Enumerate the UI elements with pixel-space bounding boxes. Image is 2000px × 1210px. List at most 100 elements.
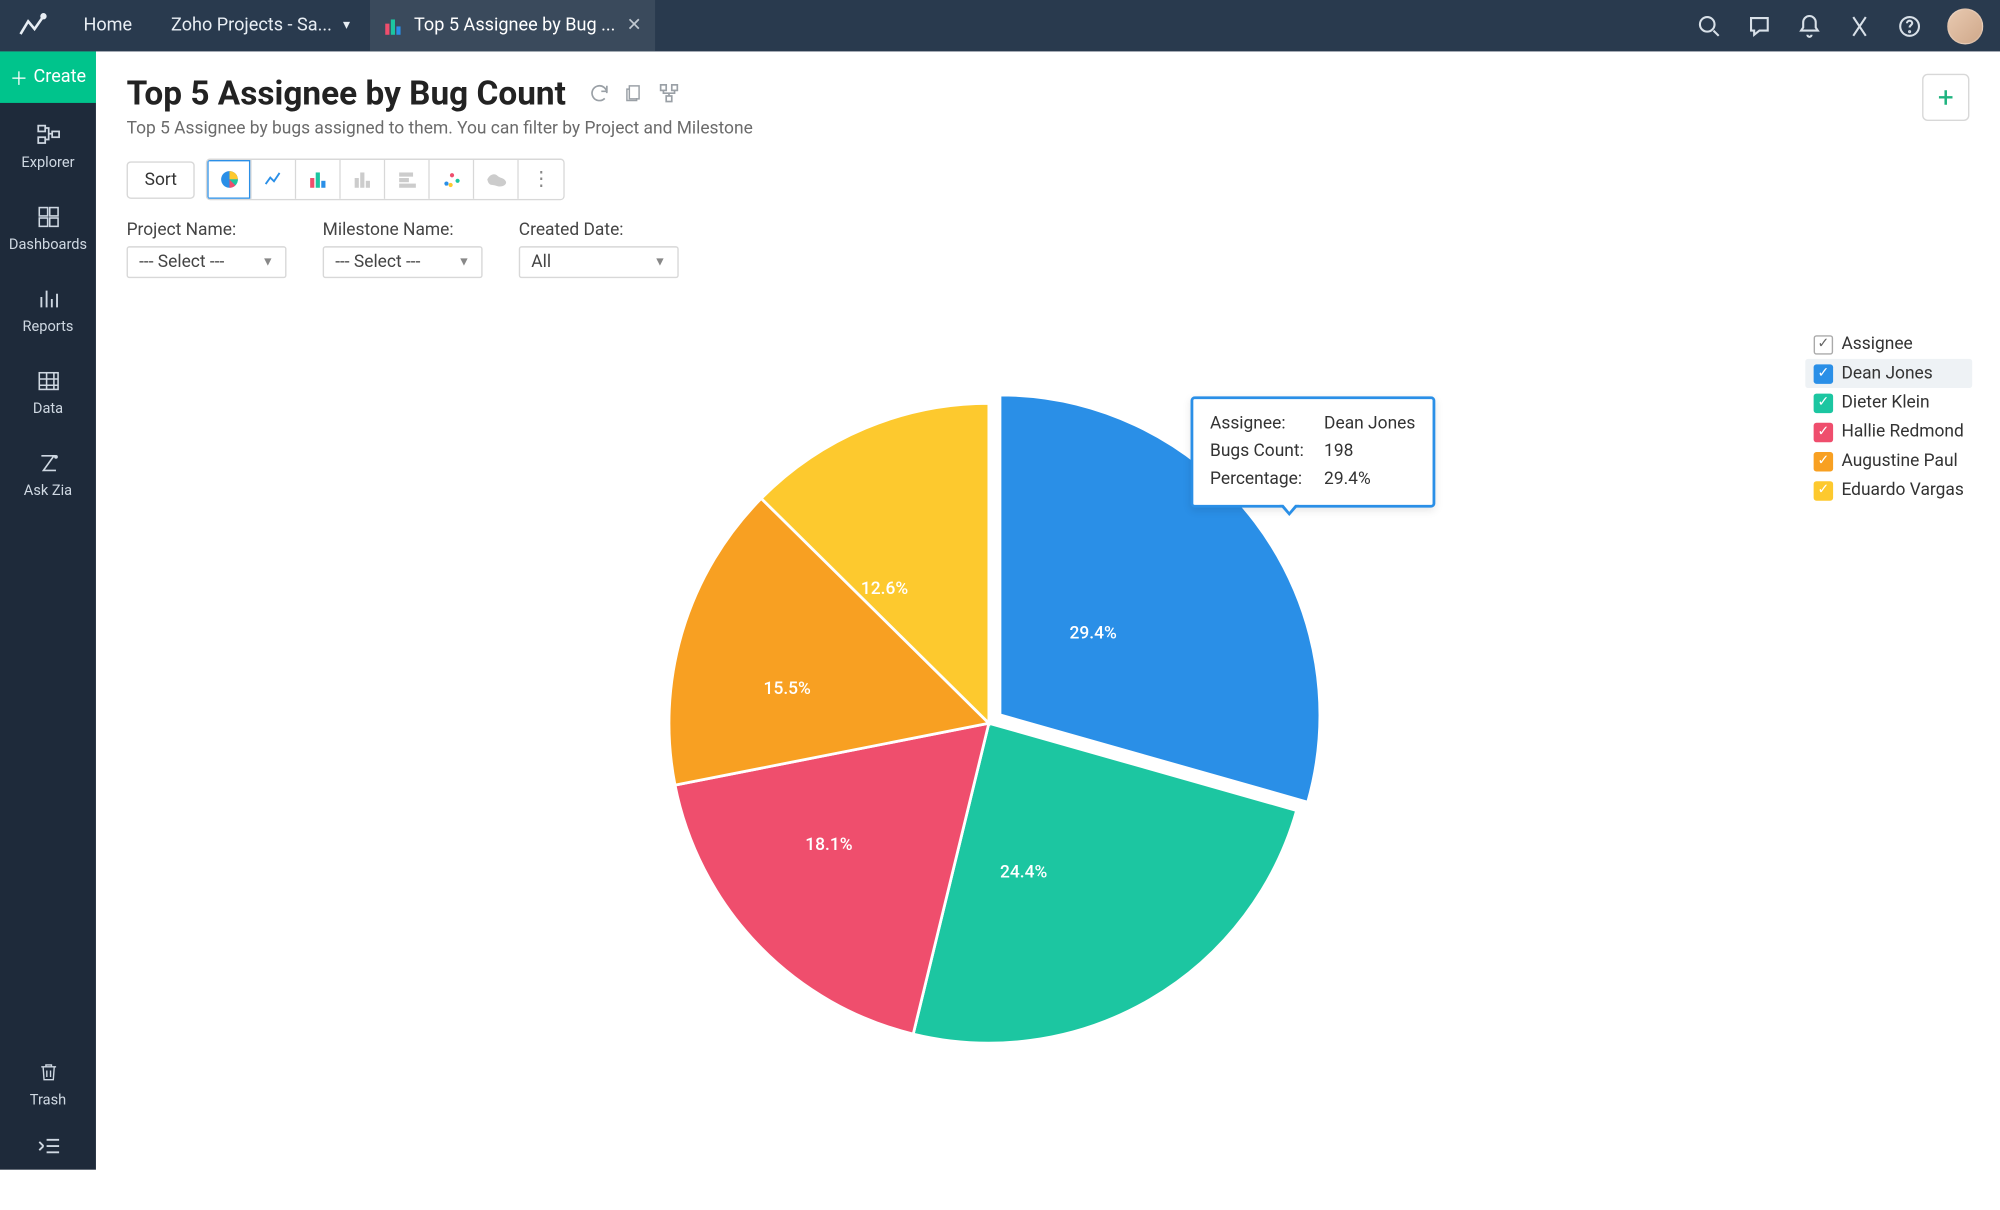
pie-icon [218,168,240,190]
tab-title: Top 5 Assignee by Bug ... [414,15,615,36]
checkbox-icon: ✓ [1814,393,1833,412]
plus-icon: ＋ [10,64,28,90]
more-icon: ⋮ [532,168,551,190]
close-icon[interactable]: ✕ [627,15,642,36]
tooltip-key: Percentage: [1210,466,1310,494]
line-icon [262,168,284,190]
legend-label: Dieter Klein [1841,392,1929,413]
zia-icon [35,451,60,476]
chart-type-pie[interactable] [207,160,252,199]
tree-icon[interactable] [658,82,680,104]
chart-type-hbar[interactable] [386,160,431,199]
checkbox-icon: ✓ [1814,481,1833,500]
workspace-name: Zoho Projects - Sa... [171,15,332,36]
sidebar-collapse[interactable] [0,1122,96,1169]
legend-label: Augustine Paul [1841,451,1957,472]
nav-home[interactable]: Home [64,0,152,51]
page-subtitle: Top 5 Assignee by bugs assigned to them.… [127,118,753,139]
slice-label: 29.4% [1070,623,1117,644]
dashboards-icon [35,204,60,229]
project-select[interactable]: --- Select ---▼ [127,246,287,278]
refresh-icon[interactable] [588,82,610,104]
chart-type-map[interactable] [475,160,520,199]
filter-label: Milestone Name: [323,220,483,241]
tooltip-value: 198 [1324,438,1353,466]
chart-type-line[interactable] [252,160,297,199]
chart-type-group: ⋮ [206,159,565,201]
chart-tooltip: Assignee: Dean Jones Bugs Count: 198 Perce… [1191,396,1435,507]
legend-label: Hallie Redmond [1841,421,1963,442]
map-icon [485,170,507,189]
filter-milestone: Milestone Name: --- Select ---▼ [323,220,483,278]
scatter-icon [442,170,461,189]
checkbox-icon: ✓ [1814,334,1833,353]
checkbox-icon: ✓ [1814,364,1833,383]
open-tab[interactable]: Top 5 Assignee by Bug ... ✕ [370,0,656,51]
avatar[interactable] [1947,8,1983,44]
create-button[interactable]: ＋Create [0,51,96,102]
tooltip-key: Assignee: [1210,410,1310,438]
legend-item[interactable]: ✓ Dean Jones [1805,359,1972,388]
chat-icon[interactable] [1747,13,1772,38]
sidebar-item-data[interactable]: Data [0,349,96,431]
data-icon [35,369,60,394]
checkbox-icon: ✓ [1814,422,1833,441]
legend-item[interactable]: ✓ Augustine Paul [1805,446,1972,475]
tooltip-value: Dean Jones [1324,410,1415,438]
legend-header[interactable]: ✓ Assignee [1805,330,1972,359]
reports-icon [35,287,60,312]
legend: ✓ Assignee ✓ Dean Jones ✓ Dieter Klein ✓… [1805,330,1972,505]
chart-type-more[interactable]: ⋮ [519,160,564,199]
add-button[interactable]: + [1922,74,1969,121]
sidebar-label: Data [33,399,63,417]
chart-area: 29.4% 24.4% 18.1% 15.5% 12.6% Assignee:D… [127,320,1970,1210]
filter-label: Created Date: [519,220,679,241]
chart-toolbar: Sort ⋮ [127,159,1970,201]
slice-label: 12.6% [861,579,908,600]
copy-icon[interactable] [624,82,643,104]
bell-icon[interactable] [1797,13,1822,38]
topbar-actions [1697,8,1984,44]
explorer-icon [34,122,62,147]
sidebar: ＋Create Explorer Dashboards Reports Data… [0,51,96,1169]
filter-label: Project Name: [127,220,287,241]
trash-icon [37,1059,59,1084]
topbar: Home Zoho Projects - Sa... ▾ Top 5 Assig… [0,0,2000,51]
plus-icon: + [1938,81,1954,114]
sidebar-label: Dashboards [9,235,87,253]
sidebar-item-reports[interactable]: Reports [0,267,96,349]
page-header: Top 5 Assignee by Bug Count Top 5 Assign… [127,74,1970,139]
legend-item[interactable]: ✓ Dieter Klein [1805,388,1972,417]
slice-label: 18.1% [805,834,852,855]
chevron-down-icon: ▼ [654,255,666,270]
tooltip-key: Bugs Count: [1210,438,1310,466]
tools-icon[interactable] [1847,13,1872,38]
search-icon[interactable] [1697,13,1722,38]
sidebar-item-explorer[interactable]: Explorer [0,103,96,185]
chevron-down-icon: ▼ [262,255,274,270]
top-nav: Home Zoho Projects - Sa... ▾ Top 5 Assig… [64,0,656,51]
sort-button[interactable]: Sort [127,161,195,199]
hbar-icon [397,170,416,189]
nav-workspace-dropdown[interactable]: Zoho Projects - Sa... ▾ [152,0,370,51]
app-logo-icon [17,10,48,41]
sidebar-item-trash[interactable]: Trash [0,1040,96,1122]
checkbox-icon: ✓ [1814,451,1833,470]
filter-project: Project Name: --- Select ---▼ [127,220,287,278]
help-icon[interactable] [1897,13,1922,38]
chart-type-stacked[interactable] [341,160,386,199]
legend-label: Eduardo Vargas [1841,480,1963,501]
chevron-down-icon: ▼ [458,255,470,270]
sidebar-item-dashboards[interactable]: Dashboards [0,185,96,267]
collapse-icon [35,1136,60,1155]
milestone-select[interactable]: --- Select ---▼ [323,246,483,278]
created-select[interactable]: All▼ [519,246,679,278]
legend-item[interactable]: ✓ Eduardo Vargas [1805,476,1972,505]
chart-type-scatter[interactable] [430,160,475,199]
sidebar-item-askzia[interactable]: Ask Zia [0,431,96,513]
sidebar-label: Ask Zia [24,481,72,499]
chart-type-bar[interactable] [297,160,342,199]
filter-created: Created Date: All▼ [519,220,679,278]
legend-item[interactable]: ✓ Hallie Redmond [1805,417,1972,446]
create-label: Create [33,67,86,88]
